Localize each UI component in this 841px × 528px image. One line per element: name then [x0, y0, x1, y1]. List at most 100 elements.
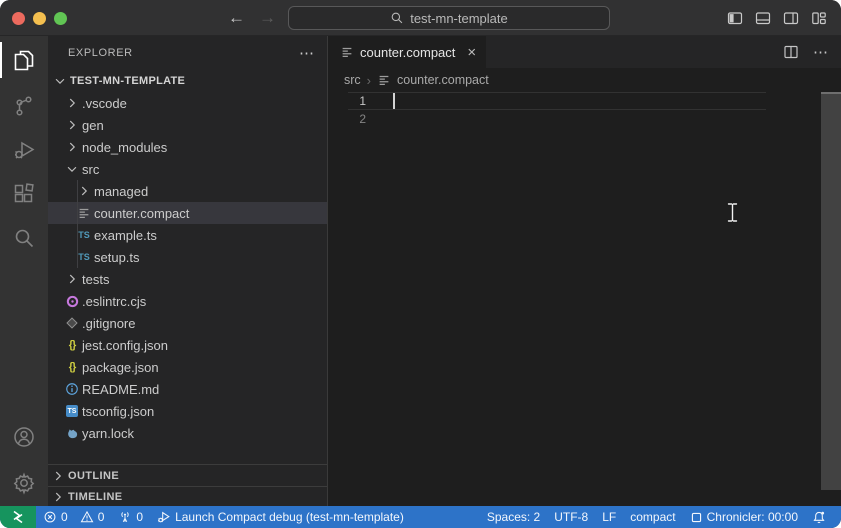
tree-item-example-ts[interactable]: TSexample.ts: [48, 224, 327, 246]
command-center-search[interactable]: test-mn-template: [288, 6, 610, 30]
zoom-window-button[interactable]: [54, 12, 67, 25]
tree-item-label: yarn.lock: [82, 426, 134, 441]
status-item-text: Chronicler: 00:00: [707, 510, 798, 524]
code-line[interactable]: 2: [328, 110, 841, 128]
tree-item-gen[interactable]: gen: [48, 114, 327, 136]
settings-gear-icon: [12, 471, 36, 495]
vertical-scrollbar[interactable]: [821, 92, 841, 490]
back-arrow-icon[interactable]: ←: [228, 7, 245, 29]
status-bar-right: Spaces: 2UTF-8 LF compact Chronicler: 00:00: [480, 506, 841, 528]
status-item-eol[interactable]: LF: [595, 506, 623, 528]
tree-item-label: node_modules: [82, 140, 167, 155]
title-bar: ← → test-mn-template: [0, 0, 841, 36]
tree-item-label: setup.ts: [94, 250, 140, 265]
run-debug-icon: [12, 138, 36, 162]
files-icon: [12, 48, 36, 72]
split-editor-icon[interactable]: [783, 44, 799, 60]
json-icon: {}: [62, 334, 82, 356]
line-number: 2: [328, 112, 374, 126]
activity-bar-item-explorer[interactable]: [0, 36, 48, 84]
tree-item-counter-compact[interactable]: counter.compact: [48, 202, 327, 224]
status-item-notifications[interactable]: [805, 506, 833, 528]
status-item-ports[interactable]: 0: [111, 506, 150, 528]
debug-alt-icon: [157, 510, 171, 524]
status-item-text: 0: [61, 510, 68, 524]
window-controls: [12, 12, 67, 25]
tree-item-label: tsconfig.json: [82, 404, 154, 419]
sidebar-header: EXPLORER ⋯: [48, 36, 327, 70]
activity-bar-item-settings[interactable]: [0, 460, 48, 506]
chevron-down-icon: [50, 70, 70, 92]
chevron-down-icon: [62, 158, 82, 180]
breadcrumb-folder[interactable]: src: [344, 73, 361, 87]
close-window-button[interactable]: [12, 12, 25, 25]
code-line[interactable]: 1: [328, 92, 841, 110]
tree-item-jest-config-json[interactable]: {}jest.config.json: [48, 334, 327, 356]
code-editor[interactable]: 12: [328, 92, 841, 506]
tree-item-label: counter.compact: [94, 206, 189, 221]
breadcrumb-file[interactable]: counter.compact: [397, 73, 489, 87]
tree-item--eslintrc-cjs[interactable]: .eslintrc.cjs: [48, 290, 327, 312]
git-icon: [62, 312, 82, 334]
layout-panel-icon[interactable]: [755, 10, 771, 26]
tree-item-node-modules[interactable]: node_modules: [48, 136, 327, 158]
tree-item-setup-ts[interactable]: TSsetup.ts: [48, 246, 327, 268]
minimize-window-button[interactable]: [33, 12, 46, 25]
sidebar-sections: OUTLINETIMELINE: [48, 464, 327, 506]
tree-item-label: .gitignore: [82, 316, 135, 331]
tab-bar: counter.compact × ⋯: [328, 36, 841, 68]
more-actions-icon[interactable]: ⋯: [299, 44, 315, 62]
tree-item-package-json[interactable]: {}package.json: [48, 356, 327, 378]
tree-item-tests[interactable]: tests: [48, 268, 327, 290]
more-actions-icon[interactable]: ⋯: [813, 43, 829, 61]
activity-bar-item-accounts[interactable]: [0, 414, 48, 460]
tree-item-test-mn-template[interactable]: TEST-MN-TEMPLATE: [48, 70, 327, 92]
tree-item--vscode[interactable]: .vscode: [48, 92, 327, 114]
ts-icon: TS: [74, 224, 94, 246]
sidebar-section-timeline[interactable]: TIMELINE: [48, 486, 327, 506]
activity-bar-item-source-control[interactable]: [0, 84, 48, 128]
chevron-right-icon: [62, 114, 82, 136]
tree-item-yarn-lock[interactable]: yarn.lock: [48, 422, 327, 444]
status-item-launch-debug[interactable]: Launch Compact debug (test-mn-template): [150, 506, 411, 528]
status-item-text: 0: [136, 510, 143, 524]
source-control-icon: [12, 94, 36, 118]
activity-bar-item-search[interactable]: [0, 216, 48, 260]
status-item-problems[interactable]: 00: [36, 506, 111, 528]
layout-sidebar-left-icon[interactable]: [727, 10, 743, 26]
tree-item-tsconfig-json[interactable]: TStsconfig.json: [48, 400, 327, 422]
current-line-highlight: [348, 92, 766, 110]
chevron-right-icon: [62, 136, 82, 158]
status-item-text: 0: [98, 510, 105, 524]
close-icon[interactable]: ×: [467, 44, 476, 61]
layout-customize-icon[interactable]: [811, 10, 827, 26]
status-item-encoding[interactable]: UTF-8: [547, 506, 595, 528]
tree-item-label: package.json: [82, 360, 159, 375]
info-icon: [62, 378, 82, 400]
warning-icon: [80, 510, 94, 524]
tree-item-src[interactable]: src: [48, 158, 327, 180]
chronicler-square-icon: [690, 511, 703, 524]
tree-item-readme-md[interactable]: README.md: [48, 378, 327, 400]
layout-sidebar-right-icon[interactable]: [783, 10, 799, 26]
status-item-indentation[interactable]: Spaces: 2: [480, 506, 547, 528]
status-item-remote-indicator[interactable]: [0, 506, 36, 528]
line-number: 1: [328, 94, 374, 108]
sidebar-section-outline[interactable]: OUTLINE: [48, 464, 327, 486]
tree-item--gitignore[interactable]: .gitignore: [48, 312, 327, 334]
explorer-sidebar: EXPLORER ⋯ TEST-MN-TEMPLATE.vscodegen nod…: [48, 36, 328, 506]
status-item-text: LF: [602, 510, 616, 524]
status-item-text: Launch Compact debug (test-mn-template): [175, 510, 404, 524]
tab-counter-compact[interactable]: counter.compact ×: [328, 36, 486, 68]
status-item-language-mode[interactable]: compact: [623, 506, 682, 528]
status-bar: 000Launch Compact debug (test-mn-templat…: [0, 506, 841, 528]
activity-bar-item-extensions[interactable]: [0, 172, 48, 216]
activity-bar-item-run-debug[interactable]: [0, 128, 48, 172]
tree-item-managed[interactable]: managed: [48, 180, 327, 202]
tree-item-label: tests: [82, 272, 109, 287]
chevron-right-icon: [62, 268, 82, 290]
status-item-chronicler[interactable]: Chronicler: 00:00: [683, 506, 805, 528]
forward-arrow-icon[interactable]: →: [259, 7, 276, 29]
tsconfig-icon: TS: [62, 400, 82, 422]
error-icon: [43, 510, 57, 524]
